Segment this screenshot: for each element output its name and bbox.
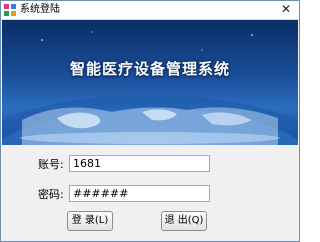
banner-image: 智能医疗设备管理系统 — [2, 20, 298, 145]
close-icon[interactable]: ✕ — [279, 2, 293, 16]
account-label: 账号: — [38, 158, 64, 171]
exit-button[interactable]: 退 出(Q) — [161, 211, 207, 231]
system-title: 智能医疗设备管理系统 — [69, 60, 230, 78]
app-grid-icon — [4, 4, 16, 16]
title-bar[interactable]: 系统登陆 ✕ — [1, 1, 299, 20]
login-window: 系统登陆 ✕ 智能医疗设备管理系统 账号: 密码: 登 录(L) 退 出(Q) — [0, 0, 300, 242]
password-label: 密码: — [38, 188, 64, 201]
window-title: 系统登陆 — [20, 4, 60, 15]
login-button[interactable]: 登 录(L) — [67, 211, 113, 231]
password-input[interactable] — [69, 185, 210, 202]
earth-graphic — [2, 31, 298, 145]
account-input[interactable] — [69, 155, 210, 172]
